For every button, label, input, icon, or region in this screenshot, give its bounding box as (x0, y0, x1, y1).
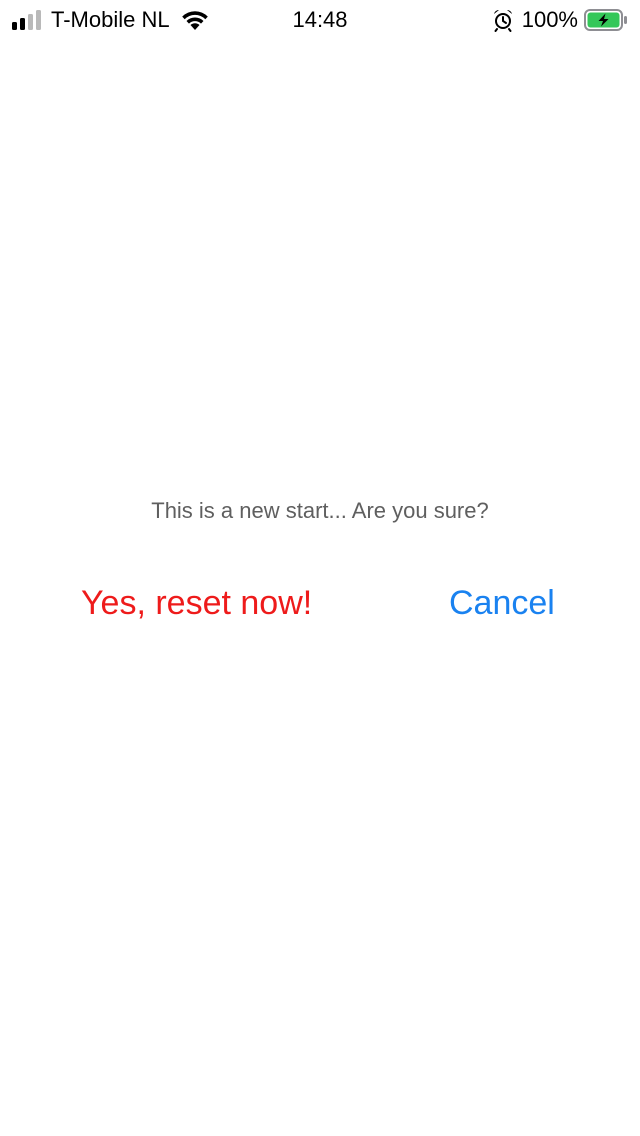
battery-charging-icon (584, 9, 627, 31)
signal-bar (12, 22, 17, 30)
carrier-name: T-Mobile NL (51, 7, 170, 32)
signal-bar (20, 18, 25, 30)
status-right: 100% (492, 6, 628, 34)
reset-confirmation-prompt: This is a new start... Are you sure? (151, 498, 489, 523)
wifi-icon (181, 11, 208, 30)
confirm-reset-button[interactable]: Yes, reset now! (81, 580, 312, 626)
status-left: T-Mobile NL (12, 6, 210, 34)
signal-bar (36, 10, 41, 30)
cancel-button[interactable]: Cancel (449, 580, 555, 626)
status-bar: T-Mobile NL 14:48 100% (0, 0, 640, 40)
cellular-signal-icon (12, 10, 41, 30)
alarm-clock-icon (493, 9, 512, 32)
status-time: 14:48 (292, 7, 348, 32)
signal-bar (28, 14, 33, 30)
battery-percent: 100% (521, 7, 578, 32)
